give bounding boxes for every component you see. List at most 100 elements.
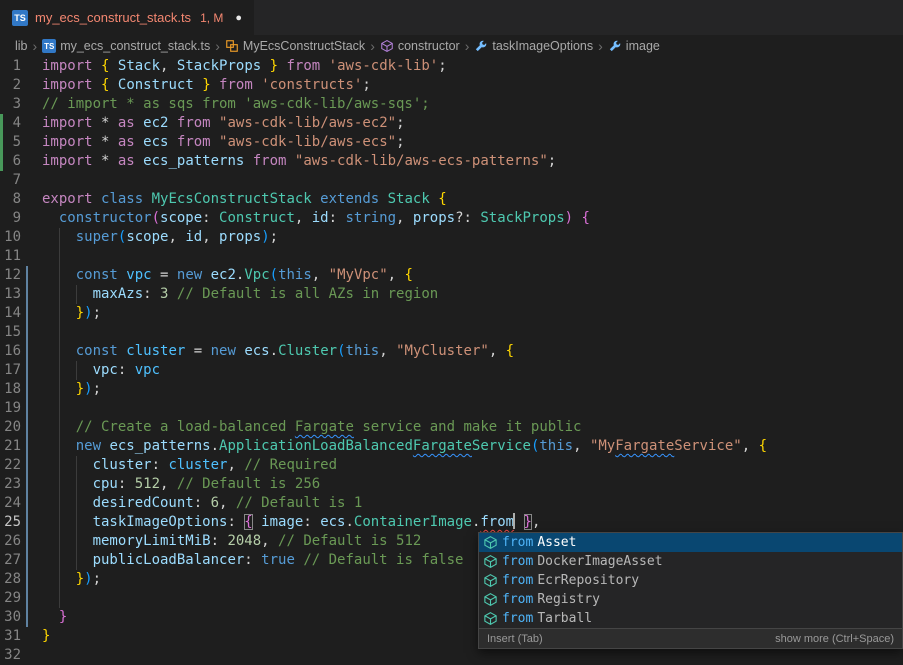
code-line[interactable]: 22 cluster: cluster, // Required: [0, 456, 903, 475]
line-content[interactable]: // import * as sqs from 'aws-cdk-lib/aws…: [42, 95, 903, 114]
suggestion-fromEcrRepository[interactable]: fromEcrRepository: [479, 571, 902, 590]
code-line[interactable]: 8 export class MyEcsConstructStack extend…: [0, 190, 903, 209]
line-number[interactable]: 22: [0, 456, 21, 475]
line-content[interactable]: new ecs_patterns.ApplicationLoadBalanced…: [42, 437, 903, 456]
code-line[interactable]: 11: [0, 247, 903, 266]
code-line[interactable]: 23 cpu: 512, // Default is 256: [0, 475, 903, 494]
line-content[interactable]: import { Stack, StackProps } from 'aws-c…: [42, 57, 903, 76]
line-content[interactable]: [42, 247, 903, 266]
line-content[interactable]: super(scope, id, props);: [42, 228, 903, 247]
line-number[interactable]: 31: [0, 627, 21, 646]
suggest-show-more-hint[interactable]: show more (Ctrl+Space): [775, 633, 894, 645]
code-line[interactable]: 21 new ecs_patterns.ApplicationLoadBalan…: [0, 437, 903, 456]
code-token: // import * as sqs from 'aws-cdk-lib/aws…: [42, 96, 430, 112]
line-number[interactable]: 14: [0, 304, 21, 323]
line-content[interactable]: });: [42, 304, 903, 323]
line-content[interactable]: [42, 171, 903, 190]
breadcrumb-item-constructor[interactable]: constructor: [380, 39, 460, 53]
line-number[interactable]: 4: [0, 114, 21, 133]
breadcrumb-item-lib[interactable]: lib: [15, 39, 28, 53]
line-number[interactable]: 6: [0, 152, 21, 171]
code-line[interactable]: 10 super(scope, id, props);: [0, 228, 903, 247]
line-number[interactable]: 10: [0, 228, 21, 247]
code-line[interactable]: 3 // import * as sqs from 'aws-cdk-lib/aw…: [0, 95, 903, 114]
line-number[interactable]: 19: [0, 399, 21, 418]
breadcrumb-item-myecsconstructstack[interactable]: MyEcsConstructStack: [225, 39, 365, 53]
breadcrumb-item-image[interactable]: image: [608, 39, 660, 53]
code-token: :: [303, 514, 320, 530]
code-line[interactable]: 2 import { Construct } from 'constructs';: [0, 76, 903, 95]
code-token: new: [177, 267, 211, 283]
line-number[interactable]: 18: [0, 380, 21, 399]
line-number[interactable]: 2: [0, 76, 21, 95]
code-line[interactable]: 4 import * as ec2 from "aws-cdk-lib/aws-e…: [0, 114, 903, 133]
line-content[interactable]: desiredCount: 6, // Default is 1: [42, 494, 903, 513]
line-content[interactable]: maxAzs: 3 // Default is all AZs in regio…: [42, 285, 903, 304]
line-content[interactable]: import * as ec2 from "aws-cdk-lib/aws-ec…: [42, 114, 903, 133]
line-content[interactable]: const vpc = new ec2.Vpc(this, "MyVpc", {: [42, 266, 903, 285]
line-number[interactable]: 20: [0, 418, 21, 437]
line-number[interactable]: 28: [0, 570, 21, 589]
breadcrumb-item-taskimageoptions[interactable]: taskImageOptions: [474, 39, 593, 53]
line-content[interactable]: });: [42, 380, 903, 399]
line-number[interactable]: 30: [0, 608, 21, 627]
line-content[interactable]: import * as ecs from "aws-cdk-lib/aws-ec…: [42, 133, 903, 152]
line-number[interactable]: 21: [0, 437, 21, 456]
line-number[interactable]: 32: [0, 646, 21, 665]
line-content[interactable]: taskImageOptions: { image: ecs.Container…: [42, 513, 903, 532]
line-number[interactable]: 25: [0, 513, 21, 532]
code-line[interactable]: 20 // Create a load-balanced Fargate ser…: [0, 418, 903, 437]
line-content[interactable]: [42, 399, 903, 418]
line-number[interactable]: 26: [0, 532, 21, 551]
line-content[interactable]: // Create a load-balanced Fargate servic…: [42, 418, 903, 437]
code-line[interactable]: 17 vpc: vpc: [0, 361, 903, 380]
code-line[interactable]: 25 taskImageOptions: { image: ecs.Contai…: [0, 513, 903, 532]
line-number[interactable]: 23: [0, 475, 21, 494]
code-line[interactable]: 6 import * as ecs_patterns from "aws-cdk-…: [0, 152, 903, 171]
suggestion-fromAsset[interactable]: fromAsset: [479, 533, 902, 552]
line-content[interactable]: cpu: 512, // Default is 256: [42, 475, 903, 494]
line-number[interactable]: 9: [0, 209, 21, 228]
line-content[interactable]: export class MyEcsConstructStack extends…: [42, 190, 903, 209]
line-content[interactable]: vpc: vpc: [42, 361, 903, 380]
code-line[interactable]: 13 maxAzs: 3 // Default is all AZs in re…: [0, 285, 903, 304]
tab-my-ecs-construct-stack[interactable]: TS my_ecs_construct_stack.ts 1, M ●: [0, 0, 254, 35]
line-number[interactable]: 16: [0, 342, 21, 361]
suggestion-fromDockerImageAsset[interactable]: fromDockerImageAsset: [479, 552, 902, 571]
code-line[interactable]: 1 import { Stack, StackProps } from 'aws-…: [0, 57, 903, 76]
line-number[interactable]: 3: [0, 95, 21, 114]
line-number[interactable]: 7: [0, 171, 21, 190]
line-number[interactable]: 1: [0, 57, 21, 76]
unsaved-changes-dot[interactable]: ●: [235, 12, 242, 24]
line-number[interactable]: 11: [0, 247, 21, 266]
line-number[interactable]: 27: [0, 551, 21, 570]
line-number[interactable]: 12: [0, 266, 21, 285]
line-content[interactable]: cluster: cluster, // Required: [42, 456, 903, 475]
line-number[interactable]: 5: [0, 133, 21, 152]
code-line[interactable]: 24 desiredCount: 6, // Default is 1: [0, 494, 903, 513]
line-number[interactable]: 15: [0, 323, 21, 342]
line-content[interactable]: import { Construct } from 'constructs';: [42, 76, 903, 95]
suggestion-fromRegistry[interactable]: fromRegistry: [479, 590, 902, 609]
line-number[interactable]: 17: [0, 361, 21, 380]
line-number[interactable]: 29: [0, 589, 21, 608]
line-content[interactable]: import * as ecs_patterns from "aws-cdk-l…: [42, 152, 903, 171]
code-line[interactable]: 19: [0, 399, 903, 418]
code-line[interactable]: 15: [0, 323, 903, 342]
code-token: ,: [573, 438, 590, 454]
breadcrumb-item-my-ecs-construct-stack-ts[interactable]: TSmy_ecs_construct_stack.ts: [42, 39, 210, 53]
code-line[interactable]: 14 });: [0, 304, 903, 323]
line-number[interactable]: 13: [0, 285, 21, 304]
line-content[interactable]: const cluster = new ecs.Cluster(this, "M…: [42, 342, 903, 361]
code-line[interactable]: 12 const vpc = new ec2.Vpc(this, "MyVpc"…: [0, 266, 903, 285]
code-line[interactable]: 7: [0, 171, 903, 190]
code-line[interactable]: 5 import * as ecs from "aws-cdk-lib/aws-e…: [0, 133, 903, 152]
code-line[interactable]: 18 });: [0, 380, 903, 399]
suggestion-fromTarball[interactable]: fromTarball: [479, 609, 902, 628]
line-content[interactable]: constructor(scope: Construct, id: string…: [42, 209, 903, 228]
line-number[interactable]: 24: [0, 494, 21, 513]
code-line[interactable]: 16 const cluster = new ecs.Cluster(this,…: [0, 342, 903, 361]
line-number[interactable]: 8: [0, 190, 21, 209]
code-line[interactable]: 9 constructor(scope: Construct, id: stri…: [0, 209, 903, 228]
line-content[interactable]: [42, 323, 903, 342]
